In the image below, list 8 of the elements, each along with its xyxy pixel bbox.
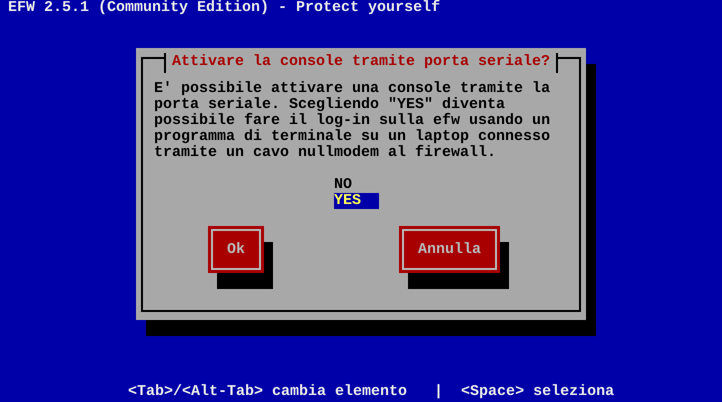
dialog-title: Attivare la console tramite porta seriale? bbox=[164, 53, 558, 73]
list-option[interactable]: NO bbox=[334, 177, 379, 193]
screen-title: EFW 2.5.1 (Community Edition) - Protect yourself bbox=[8, 0, 440, 16]
help-line: <Tab>/<Alt-Tab> cambia elemento | <Space> seleziona bbox=[128, 384, 614, 400]
message-text: E' possibile attivare una console tramite la porta seriale. Scegliendo "YES" diventa possibile fare il log-in sulla efw usando un programma di terminale su un laptop connesso tramite un cavo nullmodem al firewall. bbox=[154, 81, 552, 161]
ok-button[interactable]: Ok bbox=[208, 226, 264, 273]
cancel-button[interactable]: Annulla bbox=[399, 226, 500, 273]
list-option[interactable]: YES bbox=[334, 193, 379, 209]
